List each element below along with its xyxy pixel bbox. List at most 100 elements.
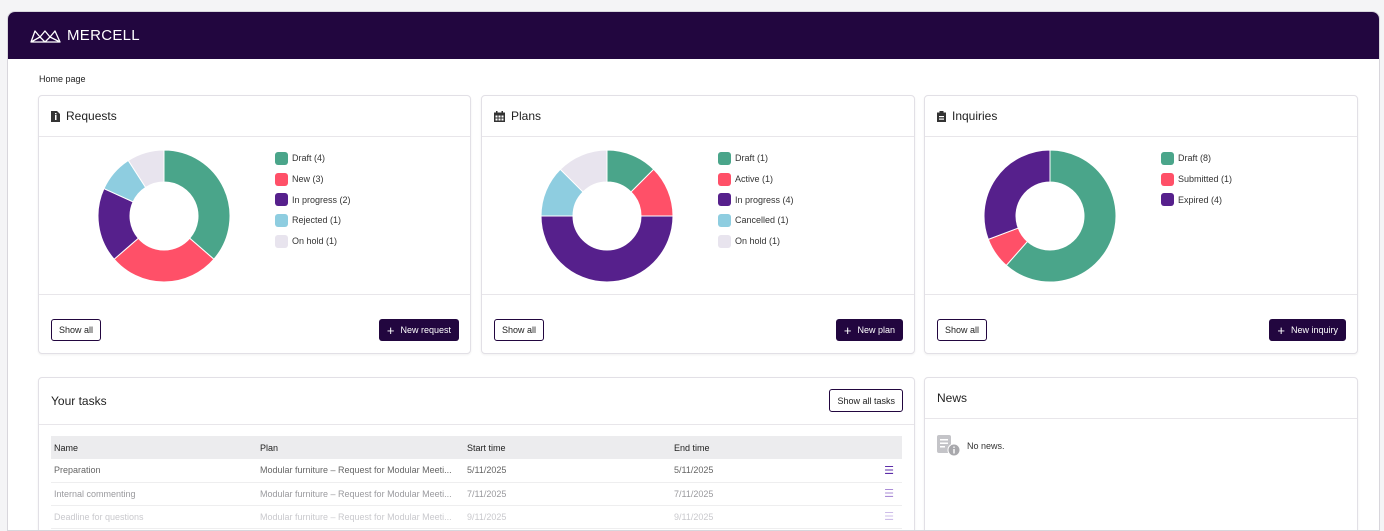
legend-label: On hold (1) bbox=[292, 236, 338, 247]
legend-swatch bbox=[718, 213, 731, 227]
requests-chart: Draft (4) New (3) In progress (2) Rejected … bbox=[39, 137, 470, 295]
legend-item[interactable]: Draft (8) bbox=[1161, 148, 1232, 169]
legend-label: Submitted (1) bbox=[1178, 174, 1233, 185]
legend-label: New (3) bbox=[292, 174, 324, 185]
legend-item[interactable]: New (3) bbox=[275, 169, 351, 190]
column-header[interactable]: Plan bbox=[257, 436, 464, 459]
legend-item[interactable]: Submitted (1) bbox=[1161, 169, 1232, 190]
legend-label: In progress (4) bbox=[735, 194, 794, 205]
news-empty-text: No news. bbox=[967, 441, 1005, 451]
row-menu-icon[interactable]: ☰ bbox=[871, 482, 902, 506]
plans-card: Plans Draft (1) Active (1) In progress (4)… bbox=[481, 95, 915, 354]
news-title: News bbox=[937, 391, 968, 405]
legend-label: On hold (1) bbox=[735, 236, 781, 247]
requests-card: Requests Draft (4) New (3) In progress (2)… bbox=[38, 95, 471, 354]
requests-donut bbox=[97, 149, 231, 283]
legend-item[interactable]: Cancelled (1) bbox=[718, 210, 794, 231]
table-row[interactable]: Internal commenting Modular furniture – … bbox=[51, 482, 902, 506]
column-header[interactable]: Start time bbox=[464, 436, 671, 459]
requests-footer: Show all + New request bbox=[39, 295, 470, 352]
breadcrumb: Home page bbox=[39, 74, 86, 84]
legend-item[interactable]: Expired (4) bbox=[1161, 189, 1232, 210]
column-header-actions bbox=[871, 436, 902, 459]
donut-slice[interactable] bbox=[540, 215, 674, 283]
donut-slice[interactable] bbox=[983, 149, 1051, 241]
legend-item[interactable]: In progress (4) bbox=[718, 189, 794, 210]
tasks-card: Your tasks Show all tasks Name Plan Star… bbox=[38, 377, 915, 530]
show-all-tasks-button[interactable]: Show all tasks bbox=[829, 389, 903, 412]
task-end: 5/11/2025 bbox=[671, 459, 871, 483]
inquiries-show-all-button[interactable]: Show all bbox=[937, 319, 988, 341]
tasks-table: Name Plan Start time End time Preparatio… bbox=[51, 436, 902, 529]
plans-header: Plans bbox=[482, 96, 914, 137]
task-name: Deadline for questions bbox=[51, 505, 257, 529]
new-plan-label: New plan bbox=[857, 325, 895, 335]
plans-legend: Draft (1) Active (1) In progress (4) Cancel… bbox=[718, 148, 794, 251]
requests-title: Requests bbox=[66, 109, 117, 123]
plans-chart: Draft (1) Active (1) In progress (4) Cancel… bbox=[482, 137, 914, 295]
legend-swatch bbox=[1161, 172, 1174, 186]
task-start: 9/11/2025 bbox=[464, 505, 671, 529]
task-end: 7/11/2025 bbox=[671, 482, 871, 506]
legend-item[interactable]: In progress (2) bbox=[275, 189, 351, 210]
legend-swatch bbox=[275, 193, 288, 207]
task-start: 7/11/2025 bbox=[464, 482, 671, 506]
legend-item[interactable]: On hold (1) bbox=[718, 231, 794, 252]
new-inquiry-button[interactable]: + New inquiry bbox=[1269, 319, 1346, 341]
new-request-button[interactable]: + New request bbox=[378, 319, 459, 341]
table-row[interactable]: Preparation Modular furniture – Request … bbox=[51, 459, 902, 483]
legend-item[interactable]: Rejected (1) bbox=[275, 210, 351, 231]
task-start: 5/11/2025 bbox=[464, 459, 671, 483]
row-menu-icon[interactable]: ☰ bbox=[871, 505, 902, 529]
requests-header: Requests bbox=[39, 96, 470, 137]
plans-title: Plans bbox=[511, 109, 542, 123]
inquiries-card: Inquiries Draft (8) Submitted (1) Expired … bbox=[924, 95, 1358, 354]
inquiries-header: Inquiries bbox=[925, 96, 1357, 137]
plans-show-all-button[interactable]: Show all bbox=[494, 319, 545, 341]
column-header[interactable]: Name bbox=[51, 436, 257, 459]
plans-footer: Show all + New plan bbox=[482, 295, 914, 352]
legend-swatch bbox=[1161, 193, 1174, 207]
legend-label: Rejected (1) bbox=[292, 215, 342, 226]
news-card: News No news. bbox=[924, 377, 1358, 530]
legend-item[interactable]: Draft (4) bbox=[275, 148, 351, 169]
mercell-logo-icon bbox=[30, 29, 61, 43]
legend-item[interactable]: On hold (1) bbox=[275, 231, 351, 252]
brand-name: MERCELL bbox=[67, 27, 140, 44]
task-plan: Modular furniture – Request for Modular … bbox=[257, 482, 464, 506]
legend-item[interactable]: Active (1) bbox=[718, 169, 794, 190]
new-inquiry-label: New inquiry bbox=[1290, 325, 1338, 335]
plus-icon: + bbox=[386, 322, 395, 338]
legend-swatch bbox=[718, 151, 731, 165]
row-menu-icon[interactable]: ☰ bbox=[871, 459, 902, 483]
legend-label: Draft (8) bbox=[1178, 153, 1212, 164]
news-empty-state: No news. bbox=[937, 435, 1005, 457]
inquiries-chart: Draft (8) Submitted (1) Expired (4) bbox=[925, 137, 1357, 295]
legend-label: Draft (4) bbox=[292, 153, 326, 164]
legend-swatch bbox=[275, 234, 288, 248]
inquiries-title: Inquiries bbox=[952, 109, 998, 123]
document-icon bbox=[51, 110, 60, 122]
legend-label: Expired (4) bbox=[1178, 194, 1223, 205]
task-end: 9/11/2025 bbox=[671, 505, 871, 529]
legend-item[interactable]: Draft (1) bbox=[718, 148, 794, 169]
legend-swatch bbox=[1161, 151, 1174, 165]
plans-donut bbox=[540, 149, 674, 283]
plus-icon: + bbox=[843, 322, 852, 338]
app-window: MERCELL Home page Requests Draft (4) New … bbox=[7, 11, 1380, 531]
inquiries-footer: Show all + New inquiry bbox=[925, 295, 1357, 352]
table-row[interactable]: Deadline for questions Modular furniture… bbox=[51, 505, 902, 529]
brand-logo[interactable]: MERCELL bbox=[30, 27, 140, 44]
new-plan-button[interactable]: + New plan bbox=[835, 319, 903, 341]
requests-show-all-button[interactable]: Show all bbox=[51, 319, 102, 341]
donut-slice[interactable] bbox=[163, 149, 231, 260]
new-request-label: New request bbox=[400, 325, 451, 335]
legend-label: Draft (1) bbox=[735, 153, 769, 164]
news-header: News bbox=[925, 378, 1357, 419]
column-header[interactable]: End time bbox=[671, 436, 871, 459]
legend-swatch bbox=[275, 172, 288, 186]
legend-label: In progress (2) bbox=[292, 194, 351, 205]
plus-icon: + bbox=[1277, 322, 1285, 338]
requests-legend: Draft (4) New (3) In progress (2) Rejected … bbox=[275, 148, 351, 251]
tasks-header: Your tasks Show all tasks bbox=[39, 378, 914, 425]
